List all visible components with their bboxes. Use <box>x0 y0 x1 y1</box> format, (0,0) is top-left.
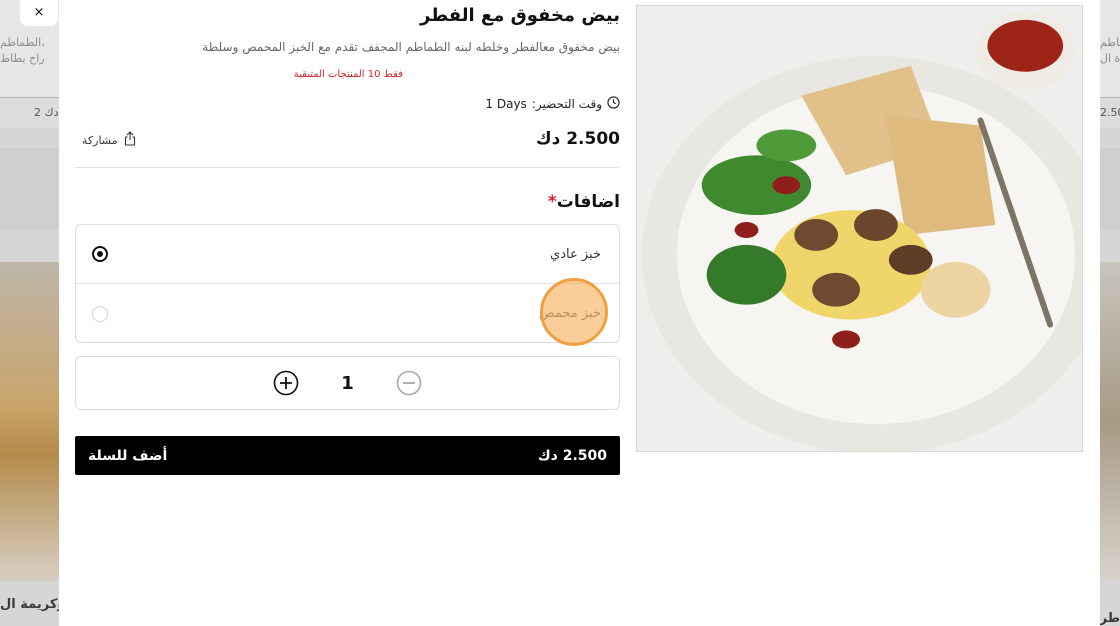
divider <box>75 167 620 168</box>
add-to-cart-label: أضف للسلة <box>88 447 168 464</box>
minus-circle-icon[interactable] <box>396 370 422 396</box>
stock-note: فقط 10 المنتجات المتبقية <box>293 69 403 80</box>
plus-circle-icon[interactable] <box>273 370 299 396</box>
share-button[interactable]: مشاركة <box>82 131 136 149</box>
radio-unselected[interactable] <box>92 305 108 322</box>
product-description: بيض مخفوق معالفطر وخلطه لبنه الطماطم الم… <box>202 40 620 54</box>
prep-time: وقت التحضير: 1 Days <box>485 96 620 112</box>
addons-title-text: اضافات <box>556 192 620 212</box>
add-to-cart-button[interactable]: 2.500 دك أضف للسلة <box>75 436 620 475</box>
quantity-stepper: 1 <box>75 356 620 410</box>
clock-icon <box>607 96 620 112</box>
share-icon <box>124 131 136 149</box>
background-product-image <box>1100 262 1120 582</box>
product-price: 2.500 دك <box>535 129 620 149</box>
addons-options: خبز عادي خبز محمص <box>75 224 620 343</box>
background-text: لطماطم، <box>1100 36 1120 49</box>
background-text: راح بطاط <box>0 52 45 65</box>
addon-option-label: خبز عادي <box>550 246 601 262</box>
background-text: مزة ال <box>1100 52 1120 65</box>
close-button[interactable]: × <box>20 0 58 26</box>
background-price: 2 دك <box>34 106 59 119</box>
addon-option-toasted-bread[interactable]: خبز محمص <box>76 284 619 343</box>
background-product-title: طر <box>1099 611 1120 626</box>
share-label: مشاركة <box>82 133 118 147</box>
prep-time-label: وقت التحضير: <box>531 97 602 111</box>
prep-time-value: 1 Days <box>485 97 527 111</box>
addon-option-label: خبز محمص <box>538 306 601 321</box>
quantity-value: 1 <box>341 372 354 394</box>
add-to-cart-price: 2.500 دك <box>537 447 607 464</box>
background-price: 2.500 <box>1100 106 1120 119</box>
required-mark: * <box>547 192 557 212</box>
product-photo <box>637 6 1082 451</box>
radio-selected[interactable] <box>92 246 108 262</box>
close-icon: × <box>33 4 45 20</box>
product-title: بيض مخفوق مع الفطر <box>420 5 620 26</box>
addon-option-regular-bread[interactable]: خبز عادي <box>76 225 619 284</box>
background-product-image <box>0 262 60 582</box>
product-modal: بيض مخفوق مع الفطر بيض مخفوق معالفطر وخل… <box>59 0 1100 626</box>
addons-title: اضافات* <box>548 192 620 212</box>
background-text: الطماطم، <box>0 36 45 49</box>
background-product-title: وكريمة ال <box>0 597 66 612</box>
product-image <box>636 5 1083 452</box>
